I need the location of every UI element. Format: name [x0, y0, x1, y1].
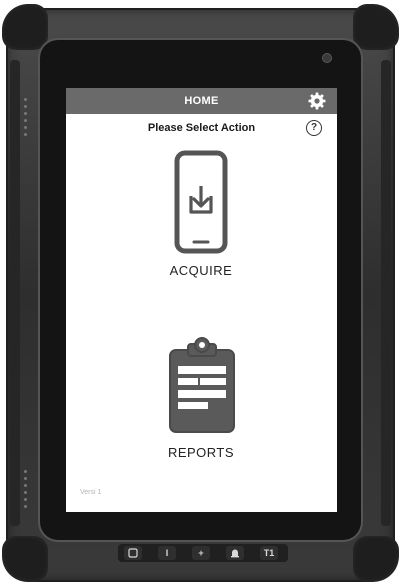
- volume-up-button[interactable]: +: [192, 546, 210, 560]
- function-button-1[interactable]: I: [158, 546, 176, 560]
- front-camera: [323, 54, 331, 62]
- speaker-grille-top: [24, 98, 28, 140]
- title-bar: HOME: [66, 88, 337, 114]
- corner-bumper-bottom-right: [353, 536, 399, 582]
- settings-button[interactable]: [307, 91, 327, 111]
- version-text: Versi 1: [80, 489, 102, 496]
- power-button[interactable]: [124, 546, 142, 560]
- help-button[interactable]: ?: [306, 120, 322, 136]
- t1-button[interactable]: T1: [260, 546, 278, 560]
- page-title: HOME: [184, 95, 219, 107]
- app-screen: HOME Please Select Action ? ACQUIRE REPO…: [66, 88, 337, 512]
- speaker-grille-bottom: [24, 470, 28, 512]
- product-photo: HOME Please Select Action ? ACQUIRE REPO…: [0, 0, 401, 586]
- clipboard-icon: [169, 337, 235, 433]
- select-action-prompt: Please Select Action: [147, 122, 256, 134]
- reports-button[interactable]: REPORTS: [126, 336, 276, 466]
- reports-label: REPORTS: [167, 445, 235, 460]
- bell-icon: [231, 549, 239, 558]
- side-rail-left: [10, 60, 20, 526]
- corner-bumper-top-right: [353, 4, 399, 50]
- acquire-label: ACQUIRE: [169, 263, 233, 278]
- hardware-button-bar: I + T1: [118, 544, 288, 562]
- power-icon: [128, 548, 138, 558]
- side-rail-right: [381, 60, 391, 526]
- acquire-button[interactable]: ACQUIRE: [126, 150, 276, 280]
- gear-icon: [308, 92, 326, 110]
- corner-bumper-bottom-left: [2, 536, 48, 582]
- alert-button[interactable]: [226, 546, 244, 560]
- corner-bumper-top-left: [2, 4, 48, 50]
- phone-download-icon: [174, 150, 228, 254]
